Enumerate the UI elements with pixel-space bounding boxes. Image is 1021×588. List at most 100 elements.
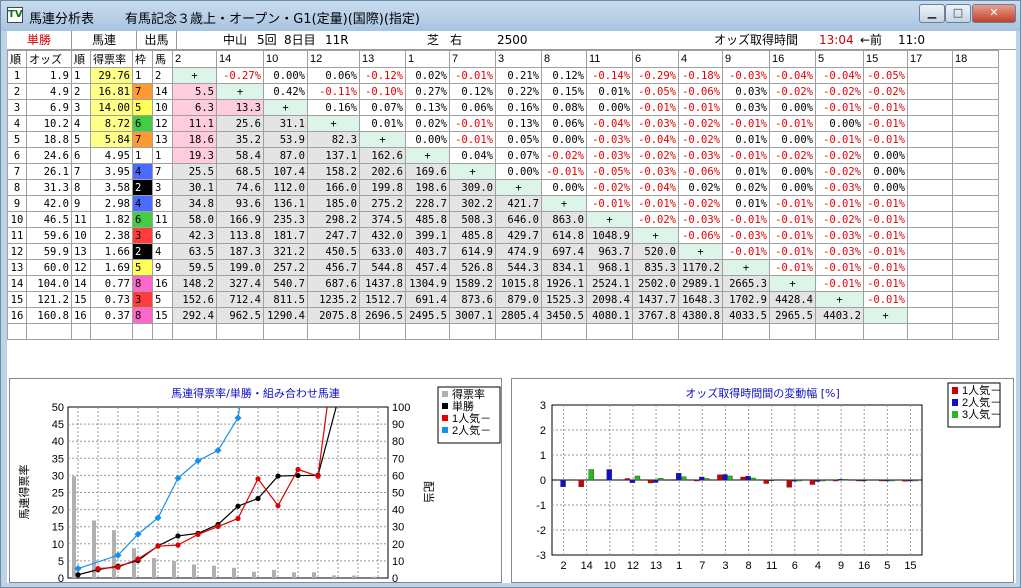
pair-cell[interactable]: 0.16% [307,99,360,116]
pair-cell[interactable]: 0.01% [722,195,770,212]
pair-cell[interactable]: 25.6 [216,115,264,132]
pair-cell[interactable]: 93.6 [216,195,264,212]
pair-cell[interactable]: -0.04% [815,67,864,84]
pair-cell[interactable]: 0.13% [495,115,542,132]
pair-cell[interactable]: 309.0 [449,179,496,196]
pair-cell[interactable] [952,275,999,292]
pair-cell[interactable]: 1235.2 [307,291,360,308]
pair-cell[interactable]: 526.8 [449,259,496,276]
pair-cell[interactable]: 0.00% [769,131,816,148]
pair-cell[interactable]: 1437.8 [359,275,406,292]
table-row[interactable]: 1 1.9 1 29.76 1 2 + -0.27% 0.00% 0.06% -0.12% 0.02%… [7,67,999,84]
pair-cell[interactable]: 112.0 [263,179,308,196]
pair-cell[interactable]: + [263,99,308,116]
pair-cell[interactable]: 74.6 [216,179,264,196]
pair-cell[interactable]: 0.03% [722,99,770,116]
pair-cell[interactable]: 0.07% [359,99,406,116]
pair-cell[interactable]: 450.5 [307,243,360,260]
pair-cell[interactable] [952,147,999,164]
pair-cell[interactable]: -0.01% [863,99,908,116]
pair-cell[interactable] [907,83,953,100]
pair-cell[interactable]: + [216,83,264,100]
pair-cell[interactable]: 187.3 [216,243,264,260]
pair-cell[interactable]: + [769,275,816,292]
pair-cell[interactable]: + [307,115,360,132]
pair-cell[interactable]: 0.01% [586,83,633,100]
pair-cell[interactable]: 0.42% [263,83,308,100]
pair-cell[interactable]: -0.02% [815,147,864,164]
pair-cell[interactable]: 2989.1 [678,275,723,292]
pair-cell[interactable]: -0.01% [449,115,496,132]
pair-cell[interactable]: 2965.5 [769,307,816,324]
pair-cell[interactable]: -0.02% [632,211,679,228]
pair-cell[interactable]: 1525.3 [541,291,587,308]
pair-cell[interactable]: 0.15% [541,83,587,100]
table-row[interactable]: 5 18.8 5 5.84 7 13 18.6 35.2 53.9 82.3 +0.00% -0.01… [7,131,999,148]
pair-cell[interactable]: 0.05% [495,131,542,148]
pair-cell[interactable]: 0.00% [769,163,816,180]
pair-cell[interactable] [952,99,999,116]
pair-cell[interactable]: 30.1 [172,179,217,196]
pair-cell[interactable] [907,195,953,212]
pair-cell[interactable]: 113.8 [216,227,264,244]
pair-cell[interactable] [907,227,953,244]
pair-cell[interactable] [907,291,953,308]
pair-cell[interactable]: -0.02% [815,83,864,100]
pair-cell[interactable]: 0.00% [769,99,816,116]
pair-cell[interactable]: -0.01% [815,259,864,276]
pair-cell[interactable]: -0.11% [307,83,360,100]
pair-cell[interactable]: -0.01% [863,259,908,276]
pair-cell[interactable] [907,275,953,292]
pair-cell[interactable]: -0.29% [632,67,679,84]
pair-cell[interactable]: 0.12% [541,67,587,84]
pair-cell[interactable]: 2098.4 [586,291,633,308]
pair-cell[interactable] [952,179,999,196]
table-row[interactable]: 7 26.1 7 3.95 4 7 25.5 68.5 107.4 158.2 202.6 169.6… [7,163,999,180]
pair-cell[interactable]: -0.02% [678,195,723,212]
pair-cell[interactable] [952,67,999,84]
pair-cell[interactable]: 712.4 [216,291,264,308]
table-row[interactable]: 13 60.0 12 1.69 5 9 59.5 199.0 257.2 456.7 544.8 45… [7,259,999,276]
pair-cell[interactable]: 879.0 [495,291,542,308]
pair-cell[interactable]: 0.00% [495,163,542,180]
pair-cell[interactable]: -0.01% [769,115,816,132]
pair-cell[interactable]: 162.6 [359,147,406,164]
pair-cell[interactable]: -0.18% [678,67,723,84]
pair-cell[interactable]: 107.4 [263,163,308,180]
pair-cell[interactable]: + [815,291,864,308]
table-row[interactable]: 6 24.6 6 4.95 1 1 19.3 58.4 87.0 137.1 162.6 +0.04%… [7,147,999,164]
pair-cell[interactable]: 13.3 [216,99,264,116]
pair-cell[interactable]: 19.3 [172,147,217,164]
pair-cell[interactable]: 3767.8 [632,307,679,324]
pair-cell[interactable]: -0.02% [678,115,723,132]
pair-cell[interactable]: -0.01% [863,291,908,308]
odds-time[interactable]: 13:04 [819,31,854,49]
pair-cell[interactable] [907,211,953,228]
pair-cell[interactable]: + [678,243,723,260]
pair-cell[interactable]: 1015.8 [495,275,542,292]
pair-cell[interactable]: 432.0 [359,227,406,244]
pair-cell[interactable]: 4080.1 [586,307,633,324]
pair-cell[interactable]: + [359,131,406,148]
pair-cell[interactable]: -0.03% [815,227,864,244]
pair-cell[interactable]: + [586,211,633,228]
pair-cell[interactable]: -0.01% [722,211,770,228]
pair-cell[interactable]: 1170.2 [678,259,723,276]
pair-cell[interactable]: 198.6 [405,179,450,196]
pair-cell[interactable]: 1290.4 [263,307,308,324]
pair-cell[interactable]: 0.13% [405,99,450,116]
pair-cell[interactable]: 687.6 [307,275,360,292]
pair-cell[interactable]: -0.01% [632,99,679,116]
pair-cell[interactable] [907,147,953,164]
pair-cell[interactable]: 53.9 [263,131,308,148]
pair-cell[interactable]: 1512.7 [359,291,406,308]
pair-cell[interactable]: -0.02% [769,147,816,164]
pair-cell[interactable]: 544.8 [359,259,406,276]
pair-cell[interactable]: -0.05% [632,83,679,100]
pair-cell[interactable]: 2495.5 [405,307,450,324]
pair-cell[interactable]: + [863,307,908,324]
pair-cell[interactable]: 1648.3 [678,291,723,308]
pair-cell[interactable]: -0.03% [722,227,770,244]
pair-cell[interactable]: 474.9 [495,243,542,260]
pair-cell[interactable]: + [632,227,679,244]
